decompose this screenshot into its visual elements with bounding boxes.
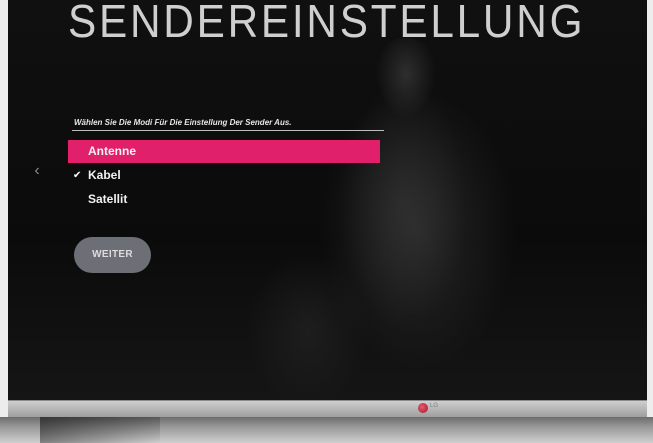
chevron-left-icon[interactable]: ‹ [30, 162, 44, 180]
tv-screen: SENDEREINSTELLUNG Wählen Sie Die Modi Fü… [8, 0, 647, 400]
tv-stand-leg [40, 417, 160, 443]
checkmark-icon: ✔ [73, 170, 82, 181]
room-background-left [0, 0, 8, 443]
option-label: Antenne [88, 144, 136, 158]
option-kabel[interactable]: ✔ Kabel [68, 164, 380, 187]
instruction-divider [72, 130, 384, 131]
page-title: SENDEREINSTELLUNG [68, 0, 586, 47]
option-satellit[interactable]: Satellit [68, 188, 380, 211]
option-label: Kabel [88, 168, 121, 182]
brand-text: LG [430, 403, 439, 409]
option-antenne[interactable]: Antenne [68, 140, 380, 163]
instruction-text: Wählen Sie Die Modi Für Die Einstellung … [74, 118, 292, 127]
tv-bezel [8, 400, 647, 418]
screen-reflection-head [376, 38, 436, 118]
next-button[interactable]: WEITER [74, 237, 151, 273]
lg-logo-icon [418, 403, 428, 413]
option-label: Satellit [88, 192, 128, 206]
room-background-right [647, 0, 653, 443]
